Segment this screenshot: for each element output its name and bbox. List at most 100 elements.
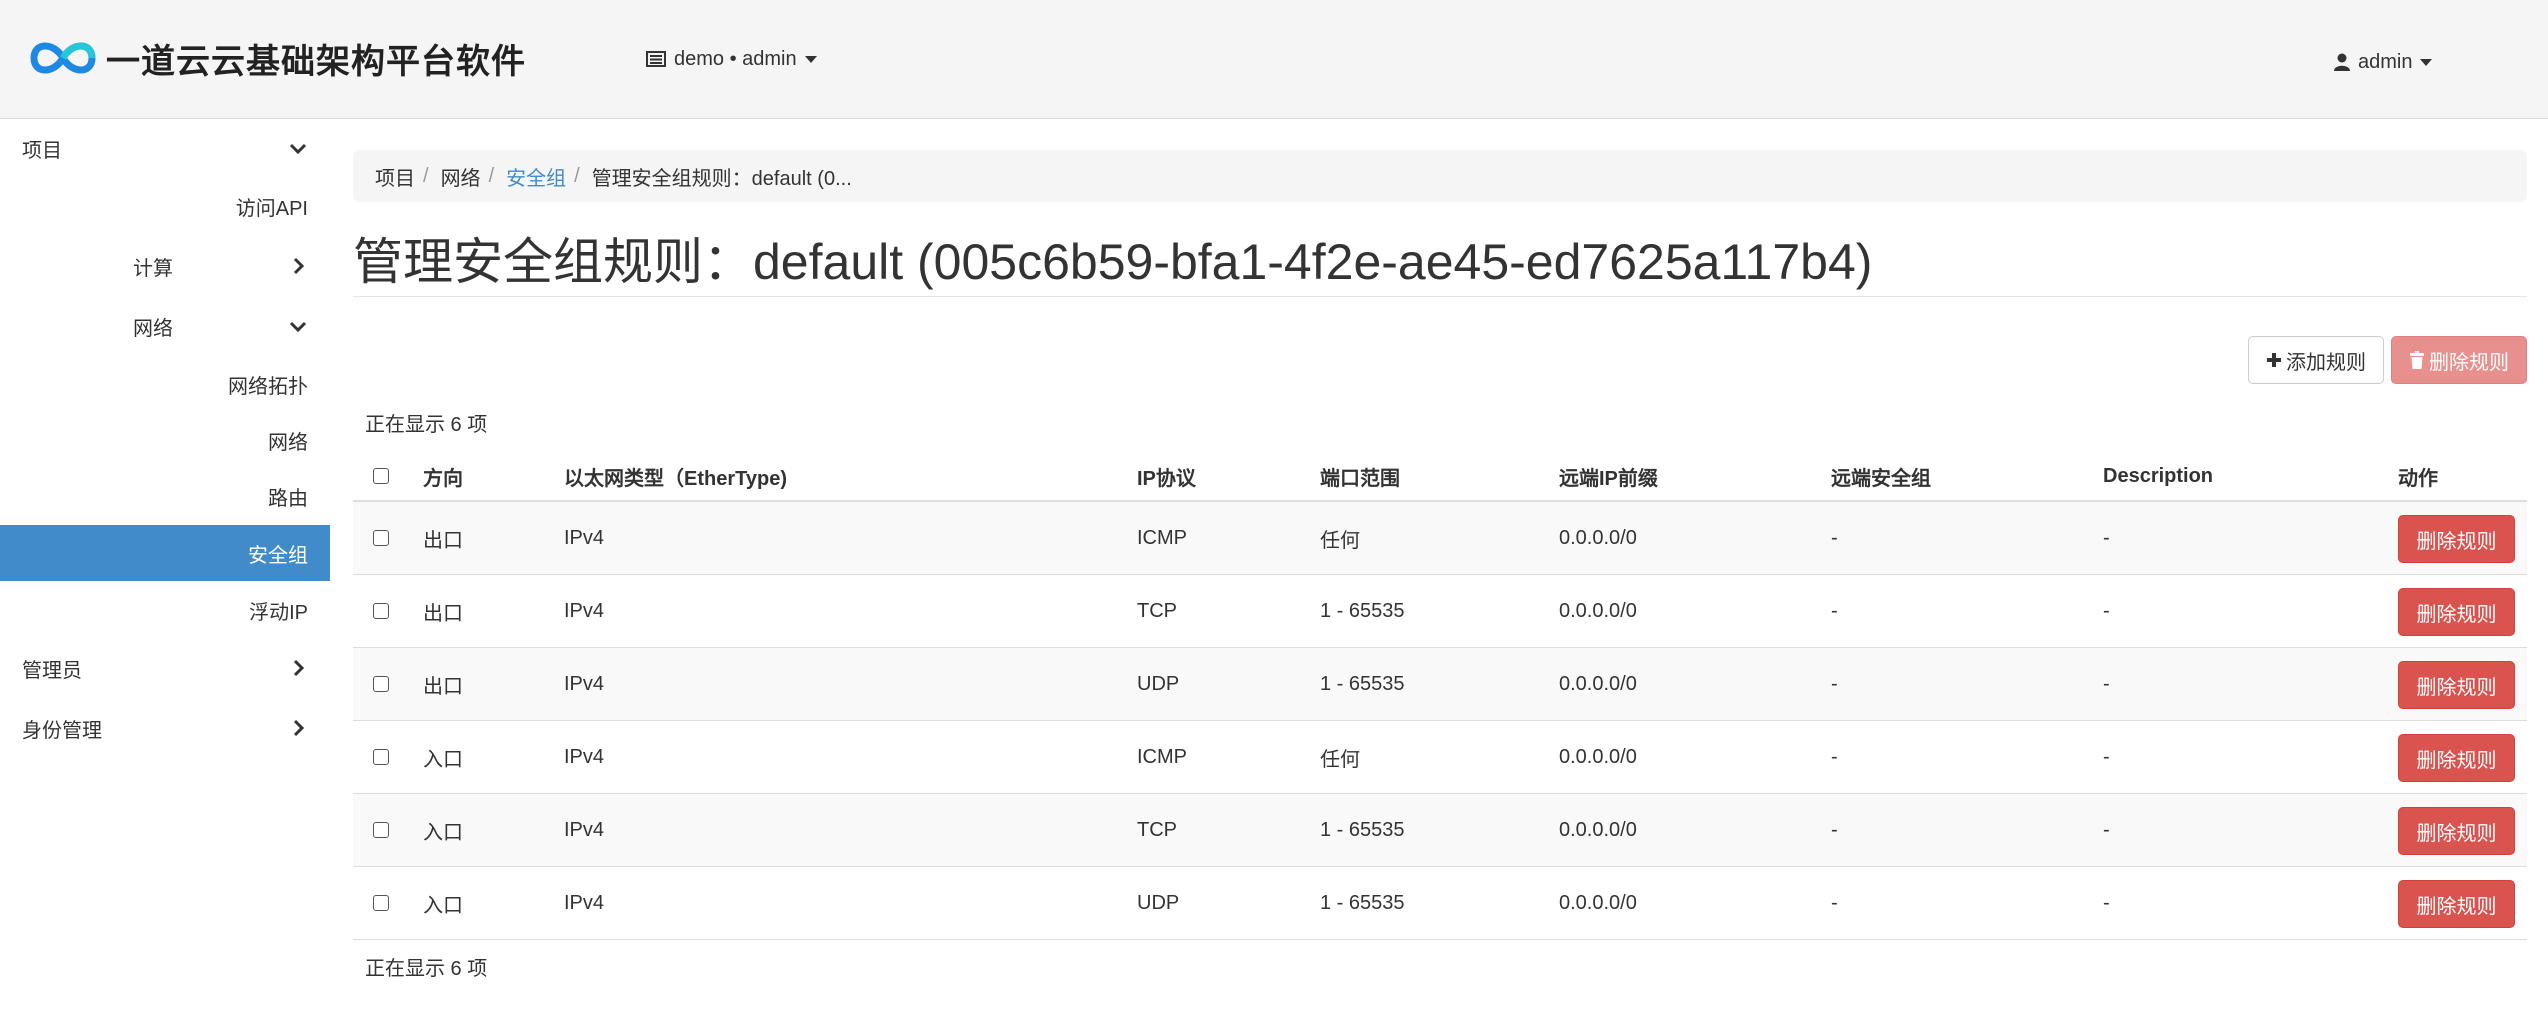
cell-remote-ip-prefix: 0.0.0.0/0	[1559, 599, 1637, 622]
delete-rule-button[interactable]: 删除规则	[2398, 588, 2515, 636]
delete-rule-button[interactable]: 删除规则	[2398, 807, 2515, 855]
cell-ip-protocol: ICMP	[1137, 526, 1187, 549]
header-remote-security-group[interactable]: 远端安全组	[1831, 452, 1931, 500]
table-row: 入口 IPv4 TCP 1 - 65535 0.0.0.0/0 - - 删除规则	[353, 794, 2527, 867]
cell-port-range: 1 - 65535	[1320, 672, 1405, 695]
chevron-down-icon	[289, 321, 307, 333]
cell-direction: 入口	[423, 894, 463, 917]
header-ethertype[interactable]: 以太网类型（EtherType)	[564, 452, 787, 500]
cell-remote-ip-prefix: 0.0.0.0/0	[1559, 672, 1637, 695]
cell-direction: 出口	[423, 529, 463, 552]
cell-ip-protocol: UDP	[1137, 891, 1180, 914]
rules-table: 方向 以太网类型（EtherType) IP协议 端口范围 远端IP前缀 远端安…	[353, 452, 2527, 940]
row-checkbox[interactable]	[373, 603, 389, 619]
caret-down-icon	[804, 55, 817, 63]
brand-name: 一道云云基础架构平台软件	[106, 41, 526, 82]
cell-remote-ip-prefix: 0.0.0.0/0	[1559, 818, 1637, 841]
page-title: 管理安全组规则：default (005c6b59-bfa1-4f2e-ae45…	[353, 234, 1873, 290]
cell-port-range: 任何	[1320, 748, 1360, 771]
sidebar-item-api-access[interactable]: 访问API	[0, 178, 330, 234]
delete-rules-button[interactable]: 删除规则	[2391, 336, 2527, 384]
sidebar-item-label: 网络	[268, 431, 308, 454]
add-rule-label: 添加规则	[2286, 351, 2366, 374]
sidebar-item-label: 身份管理	[22, 719, 102, 742]
cell-ethertype: IPv4	[564, 891, 605, 914]
cell-description: -	[2103, 891, 2110, 914]
cell-direction: 出口	[423, 602, 463, 625]
select-all-checkbox[interactable]	[373, 468, 389, 484]
chevron-down-icon	[289, 143, 307, 155]
sidebar-item-label: 项目	[22, 139, 62, 162]
cell-port-range: 1 - 65535	[1320, 818, 1405, 841]
cell-direction: 入口	[423, 821, 463, 844]
table-row: 出口 IPv4 TCP 1 - 65535 0.0.0.0/0 - - 删除规则	[353, 575, 2527, 648]
breadcrumb-separator: /	[423, 164, 429, 187]
item-count-bottom: 正在显示 6 项	[365, 958, 488, 980]
sidebar-item-label: 安全组	[248, 544, 308, 567]
sidebar: 项目 访问API 计算 网络 网络拓扑 网络 路由 安全组 浮动IP 管理员 身…	[0, 120, 330, 1017]
cell-ethertype: IPv4	[564, 672, 605, 695]
cell-port-range: 1 - 65535	[1320, 599, 1405, 622]
delete-rule-button[interactable]: 删除规则	[2398, 734, 2515, 782]
header-port-range[interactable]: 端口范围	[1320, 452, 1400, 500]
cell-ip-protocol: TCP	[1137, 818, 1177, 841]
sidebar-item-routers[interactable]: 路由	[0, 468, 330, 524]
cell-remote-security-group: -	[1831, 599, 1838, 622]
breadcrumb-item-network: 网络	[440, 167, 481, 190]
row-checkbox[interactable]	[373, 822, 389, 838]
cell-remote-security-group: -	[1831, 818, 1838, 841]
sidebar-item-label: 管理员	[22, 659, 82, 682]
cell-description: -	[2103, 672, 2110, 695]
cell-remote-security-group: -	[1831, 672, 1838, 695]
sidebar-item-network-topology[interactable]: 网络拓扑	[0, 356, 330, 412]
delete-rules-label: 删除规则	[2429, 351, 2509, 374]
sidebar-item-project[interactable]: 项目	[0, 120, 330, 176]
sidebar-item-admin[interactable]: 管理员	[0, 640, 330, 696]
trash-icon	[2410, 351, 2424, 369]
item-count-top: 正在显示 6 项	[365, 414, 488, 436]
row-checkbox[interactable]	[373, 895, 389, 911]
header-direction[interactable]: 方向	[423, 452, 463, 500]
user-menu[interactable]: admin	[2334, 47, 2433, 77]
cell-remote-ip-prefix: 0.0.0.0/0	[1559, 526, 1637, 549]
chevron-right-icon	[293, 659, 305, 677]
row-checkbox[interactable]	[373, 676, 389, 692]
sidebar-item-compute[interactable]: 计算	[0, 238, 330, 294]
delete-rule-button[interactable]: 删除规则	[2398, 880, 2515, 928]
header-ip-protocol[interactable]: IP协议	[1137, 452, 1196, 500]
cell-port-range: 1 - 65535	[1320, 891, 1405, 914]
sidebar-item-label: 访问API	[235, 197, 308, 220]
cell-remote-ip-prefix: 0.0.0.0/0	[1559, 745, 1637, 768]
cell-remote-security-group: -	[1831, 745, 1838, 768]
sidebar-item-identity[interactable]: 身份管理	[0, 700, 330, 756]
project-switcher[interactable]: demo • admin	[646, 44, 817, 74]
cell-direction: 出口	[423, 675, 463, 698]
sidebar-item-network-group[interactable]: 网络	[0, 298, 330, 354]
sidebar-item-floating-ips[interactable]: 浮动IP	[0, 582, 330, 638]
cell-ip-protocol: UDP	[1137, 672, 1180, 695]
header-description[interactable]: Description	[2103, 452, 2213, 500]
table-row: 入口 IPv4 UDP 1 - 65535 0.0.0.0/0 - - 删除规则	[353, 867, 2527, 940]
header-remote-ip-prefix[interactable]: 远端IP前缀	[1559, 452, 1658, 500]
delete-rule-button[interactable]: 删除规则	[2398, 661, 2515, 709]
cell-description: -	[2103, 526, 2110, 549]
brand[interactable]: 一道云云基础架构平台软件	[26, 30, 526, 86]
breadcrumb-item-security-groups[interactable]: 安全组	[506, 162, 566, 191]
table-header: 方向 以太网类型（EtherType) IP协议 端口范围 远端IP前缀 远端安…	[353, 452, 2527, 502]
cell-remote-ip-prefix: 0.0.0.0/0	[1559, 891, 1637, 914]
cell-ip-protocol: TCP	[1137, 599, 1177, 622]
table-row: 出口 IPv4 ICMP 任何 0.0.0.0/0 - - 删除规则	[353, 502, 2527, 575]
cell-direction: 入口	[423, 748, 463, 771]
cell-ip-protocol: ICMP	[1137, 745, 1187, 768]
sidebar-item-label: 网络拓扑	[228, 375, 308, 398]
row-checkbox[interactable]	[373, 749, 389, 765]
cell-remote-security-group: -	[1831, 891, 1838, 914]
sidebar-item-security-groups[interactable]: 安全组	[0, 525, 330, 581]
delete-rule-button[interactable]: 删除规则	[2398, 515, 2515, 563]
add-rule-button[interactable]: 添加规则	[2248, 336, 2384, 384]
user-menu-label: admin	[2358, 50, 2413, 73]
sidebar-item-networks[interactable]: 网络	[0, 412, 330, 468]
row-checkbox[interactable]	[373, 530, 389, 546]
sidebar-item-label: 网络	[133, 317, 173, 340]
top-navbar: 一道云云基础架构平台软件 demo • admin admin	[0, 0, 2548, 119]
